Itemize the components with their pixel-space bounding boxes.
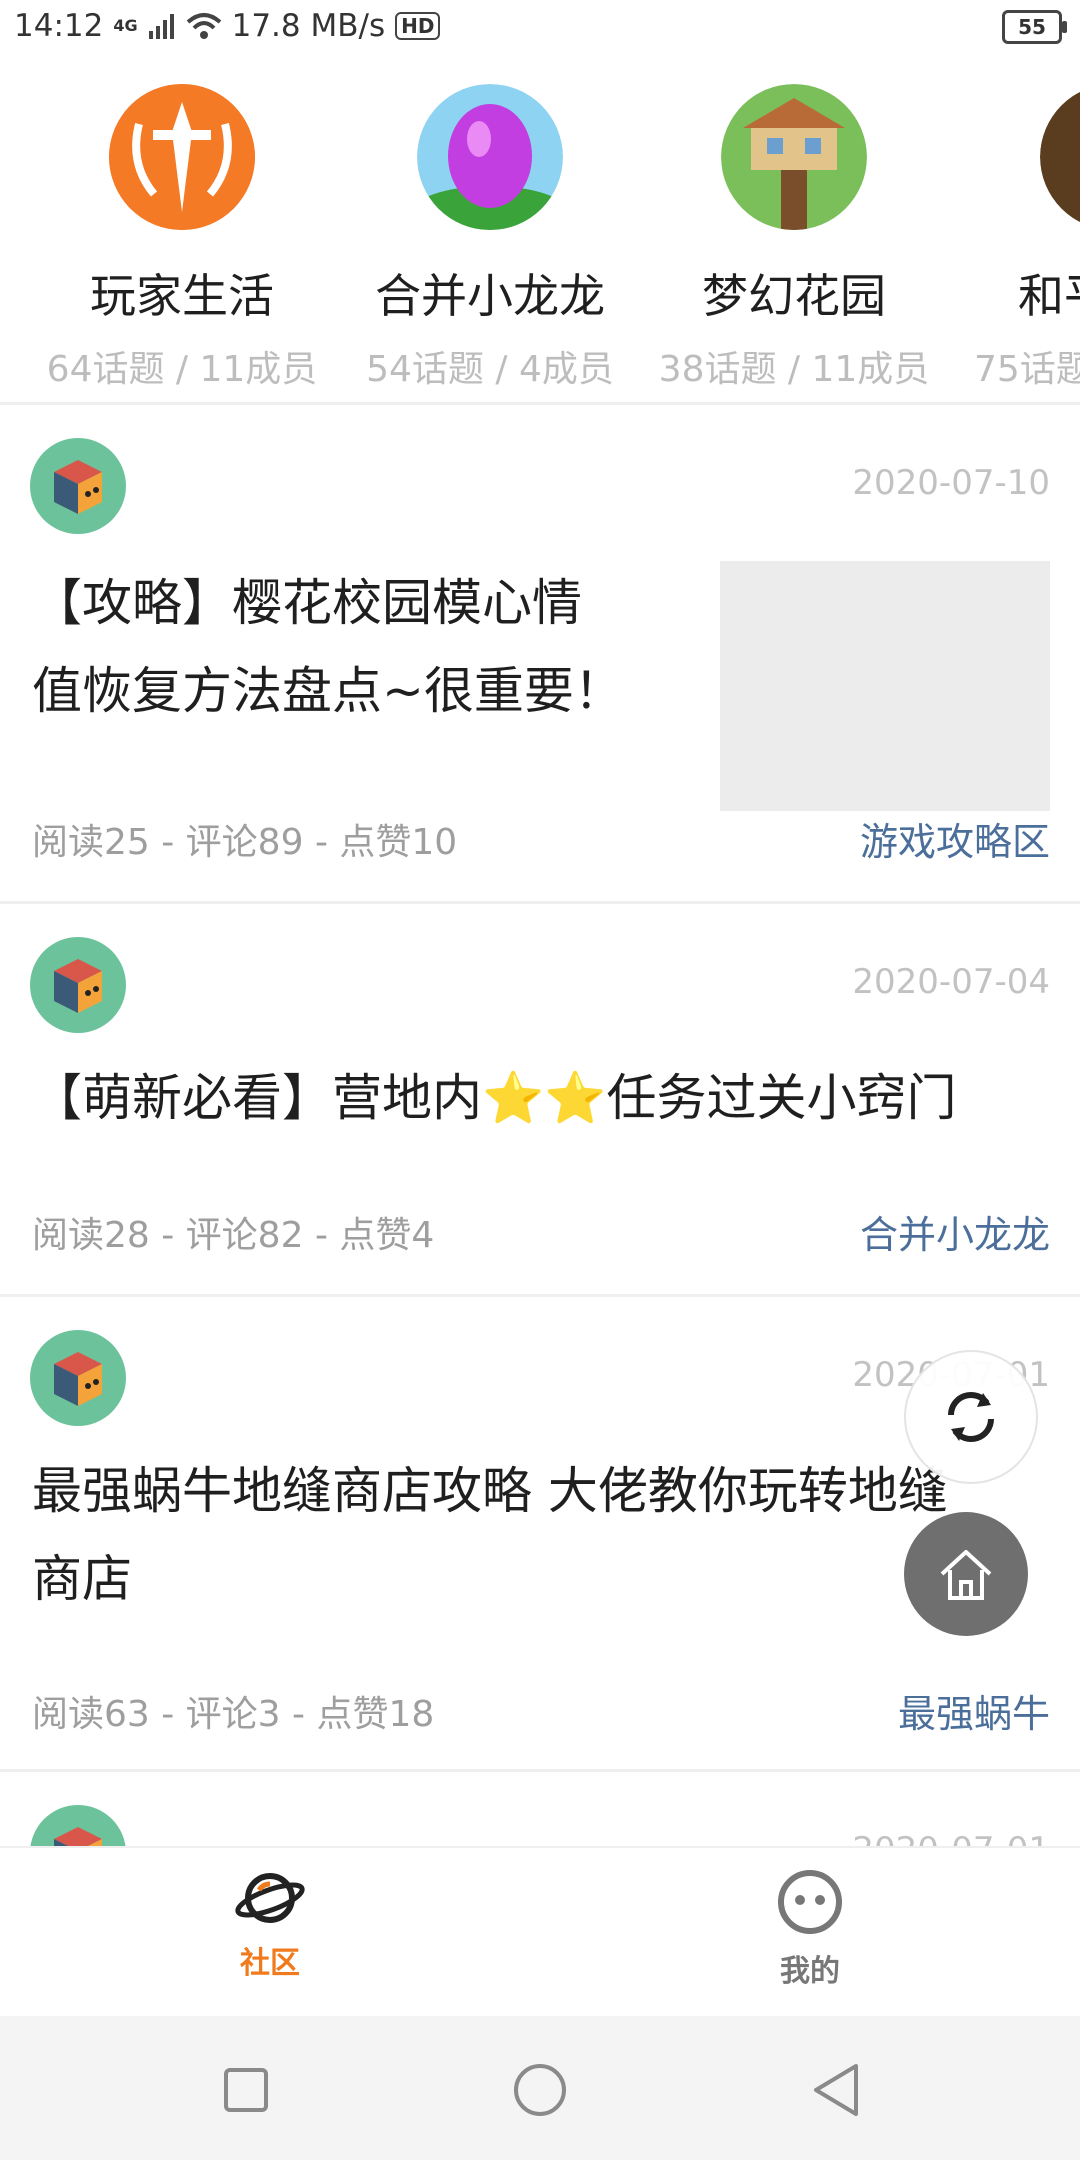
tab-mine[interactable]: 我的 <box>710 1868 910 1990</box>
community-stats: 75话题 <box>974 349 1080 390</box>
star-icon: ⭐⭐ <box>482 1069 607 1127</box>
post-stats: 阅读63 - 评论3 - 点赞18 <box>32 1694 435 1735</box>
planet-icon <box>235 1873 305 1923</box>
post-tag[interactable]: 游戏攻略区 <box>860 811 1050 866</box>
author-avatar[interactable] <box>30 1805 126 1846</box>
community-avatar-icon <box>1040 84 1080 230</box>
status-bar: 14:12 4G 17.8 MB/s HD 55 <box>0 0 1080 54</box>
community-name: 和平 <box>1018 269 1080 323</box>
system-navigation-bar <box>0 2016 1080 2160</box>
bottom-tab-bar: 社区 我的 <box>0 1846 1080 2018</box>
post-card[interactable]: 2020-07-04 【萌新必看】营地内⭐⭐任务过关小窍门 阅读28 - 评论8… <box>0 904 1080 1294</box>
tab-label: 我的 <box>780 1954 840 1989</box>
refresh-icon <box>948 1392 994 1442</box>
recent-apps-button[interactable] <box>216 2060 276 2120</box>
post-title[interactable]: 最强蜗牛地缝商店攻略 大佬教你玩转地缝 商店 <box>32 1447 948 1623</box>
post-stats: 阅读28 - 评论82 - 点赞4 <box>32 1215 435 1256</box>
community-avatar-icon <box>109 84 255 230</box>
post-tag[interactable]: 合并小龙龙 <box>860 1204 1050 1259</box>
post-card[interactable]: 2020-07-10 【攻略】樱花校园模心情 值恢复方法盘点~很重要！ 阅读25… <box>0 405 1080 901</box>
community-item[interactable]: 合并小龙龙 54话题 / 4成员 <box>340 84 640 392</box>
home-button[interactable] <box>904 1512 1028 1636</box>
signal-icon <box>148 14 174 39</box>
community-stats: 54话题 / 4成员 <box>366 349 614 390</box>
smiley-icon <box>778 1870 842 1934</box>
status-time: 14:12 <box>14 8 104 44</box>
post-date: 2020-07-10 <box>852 463 1050 503</box>
circle-icon <box>514 2064 566 2116</box>
square-icon <box>224 2068 268 2112</box>
community-stats: 38话题 / 11成员 <box>658 349 930 390</box>
cube-icon <box>54 460 102 514</box>
cube-icon <box>54 1827 102 1846</box>
home-icon <box>940 1550 992 1600</box>
community-avatar-icon <box>417 84 563 230</box>
author-avatar[interactable] <box>30 438 126 534</box>
post-tag[interactable]: 最强蜗牛 <box>898 1683 1050 1738</box>
tab-community[interactable]: 社区 <box>170 1868 370 1982</box>
cube-icon <box>54 959 102 1013</box>
post-date: 2020-07-04 <box>852 962 1050 1002</box>
status-right: 55 <box>1002 10 1067 44</box>
post-date: 2020-07-01 <box>852 1830 1050 1846</box>
community-name: 梦幻花园 <box>702 269 886 323</box>
refresh-button[interactable] <box>904 1350 1038 1484</box>
author-avatar[interactable] <box>30 1330 126 1426</box>
network-speed: 17.8 MB/s <box>231 8 386 44</box>
post-thumbnail[interactable] <box>720 561 1050 811</box>
community-stats: 64话题 / 11成员 <box>46 349 318 390</box>
back-button[interactable] <box>806 2060 866 2120</box>
author-avatar[interactable] <box>30 937 126 1033</box>
tab-label: 社区 <box>240 1946 300 1981</box>
battery-icon: 55 <box>1002 10 1067 44</box>
community-list: 玩家生活 64话题 / 11成员 合并小龙龙 54话题 / 4成员 梦幻花园 3… <box>0 68 1080 398</box>
community-name: 玩家生活 <box>90 269 274 323</box>
wifi-icon <box>186 13 221 39</box>
cube-icon <box>54 1352 102 1406</box>
post-title[interactable]: 【攻略】樱花校园模心情 值恢复方法盘点~很重要！ <box>32 559 624 735</box>
back-triangle-icon <box>814 2064 858 2116</box>
post-title[interactable]: 【萌新必看】营地内⭐⭐任务过关小窍门 <box>32 1054 957 1142</box>
community-item[interactable]: 和平 75话题 <box>952 84 1080 392</box>
community-item[interactable]: 梦幻花园 38话题 / 11成员 <box>644 84 944 392</box>
status-left: 14:12 4G 17.8 MB/s HD <box>14 8 441 44</box>
community-name: 合并小龙龙 <box>375 269 605 323</box>
post-card[interactable]: 2020-07-01 <box>0 1772 1080 1846</box>
community-item[interactable]: 玩家生活 64话题 / 11成员 <box>32 84 332 392</box>
home-nav-button[interactable] <box>510 2060 570 2120</box>
post-stats: 阅读25 - 评论89 - 点赞10 <box>32 822 458 863</box>
community-avatar-icon <box>721 84 867 230</box>
network-icon: 4G <box>113 16 138 35</box>
hd-icon: HD <box>395 12 441 40</box>
